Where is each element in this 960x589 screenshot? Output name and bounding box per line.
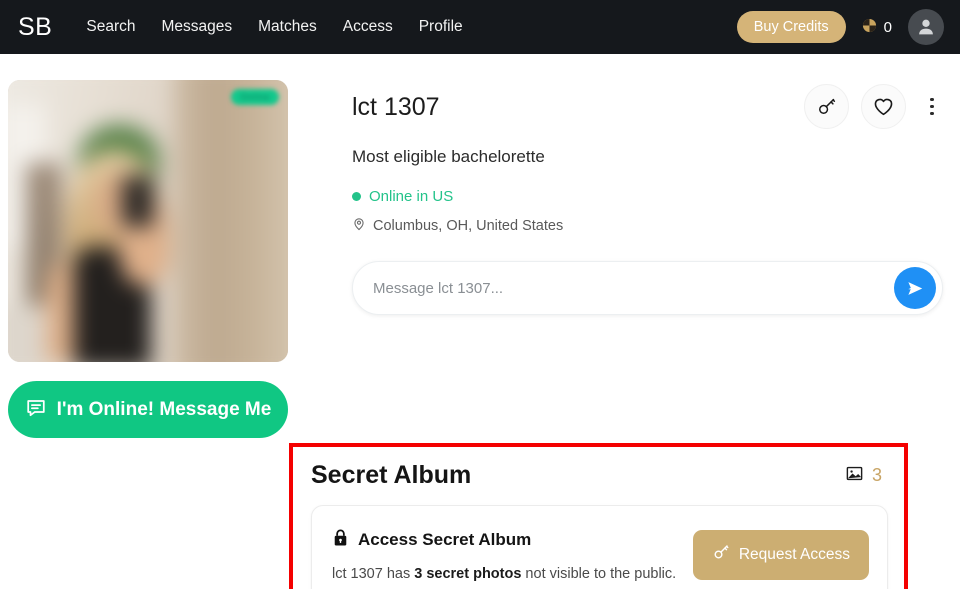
access-secret-album-label: Access Secret Album — [358, 529, 532, 549]
page-body: Online I'm Online! Message Me lct 1307 M… — [0, 54, 960, 589]
secret-album-title: Secret Album — [311, 461, 472, 489]
secret-album-description: lct 1307 has 3 secret photos not visible… — [332, 566, 693, 582]
access-card-text: Access Secret Album lct 1307 has 3 secre… — [332, 528, 693, 582]
coin-icon — [862, 18, 877, 37]
profile-header: lct 1307 — [352, 80, 944, 129]
map-pin-icon — [352, 217, 366, 235]
profile-action-buttons — [804, 80, 944, 129]
main-nav: Search Messages Matches Access Profile — [86, 18, 462, 36]
profile-location: Columbus, OH, United States — [352, 217, 944, 235]
request-access-button[interactable]: Request Access — [692, 529, 869, 580]
location-text: Columbus, OH, United States — [373, 218, 564, 234]
user-avatar[interactable] — [908, 9, 944, 45]
secret-album-header: Secret Album 3 — [311, 461, 888, 490]
nav-item-messages[interactable]: Messages — [161, 18, 232, 36]
message-composer — [352, 261, 943, 315]
desc-bold: 3 secret photos — [414, 565, 522, 582]
right-column: lct 1307 Most eligible bachelorette Onli… — [289, 80, 960, 589]
site-logo[interactable]: SB — [14, 13, 52, 42]
credits-count: 0 — [883, 18, 892, 36]
status-dot-icon — [352, 192, 361, 201]
header-right-cluster: Buy Credits 0 — [736, 9, 944, 45]
profile-photo-image — [8, 80, 288, 362]
profile-photo[interactable]: Online — [8, 80, 288, 362]
key-icon — [819, 98, 836, 114]
lock-icon — [332, 528, 349, 552]
access-secret-album-heading: Access Secret Album — [332, 528, 693, 552]
heart-icon — [874, 98, 893, 116]
left-column: Online I'm Online! Message Me — [0, 80, 300, 589]
request-access-label: Request Access — [738, 545, 850, 563]
secret-album-photo-count: 3 — [845, 464, 888, 488]
profile-tagline: Most eligible bachelorette — [352, 147, 545, 166]
nav-item-search[interactable]: Search — [86, 18, 135, 36]
chat-bubble-icon — [25, 396, 47, 424]
access-secret-album-card: Access Secret Album lct 1307 has 3 secre… — [311, 505, 888, 589]
send-icon — [907, 281, 922, 295]
more-options-button[interactable] — [920, 87, 944, 127]
profile-name: lct 1307 — [352, 93, 440, 121]
im-online-label: I'm Online! Message Me — [56, 398, 272, 420]
send-message-button[interactable] — [894, 267, 936, 309]
more-vertical-icon — [930, 97, 934, 102]
message-input[interactable] — [373, 279, 894, 297]
credits-balance[interactable]: 0 — [862, 18, 892, 37]
online-status: Online in US — [352, 188, 944, 205]
desc-prefix: lct 1307 has — [332, 565, 415, 582]
desc-suffix: not visible to the public. — [521, 565, 677, 582]
secret-album-section: Secret Album 3 Access Secret Album lct 1… — [289, 443, 908, 589]
nav-item-profile[interactable]: Profile — [419, 18, 463, 36]
favorite-button[interactable] — [861, 84, 906, 129]
user-avatar-icon — [919, 19, 933, 35]
request-key-button[interactable] — [804, 84, 849, 129]
image-icon — [845, 464, 864, 488]
top-navigation-bar: SB Search Messages Matches Access Profil… — [0, 0, 960, 54]
buy-credits-button[interactable]: Buy Credits — [736, 11, 846, 43]
status-text: Online in US — [369, 188, 454, 205]
nav-item-matches[interactable]: Matches — [258, 18, 317, 36]
im-online-message-me-button[interactable]: I'm Online! Message Me — [8, 381, 288, 438]
secret-album-count-value: 3 — [871, 465, 882, 485]
nav-item-access[interactable]: Access — [343, 18, 393, 36]
key-icon — [712, 543, 730, 566]
photo-online-badge: Online — [231, 89, 279, 105]
